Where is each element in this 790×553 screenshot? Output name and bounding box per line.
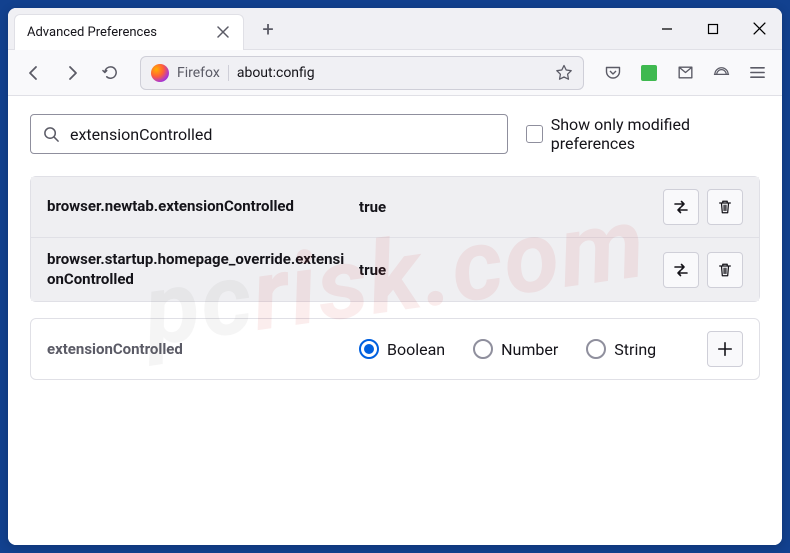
checkbox-icon: [526, 125, 543, 143]
pref-row[interactable]: browser.newtab.extensionControlled true: [31, 177, 759, 238]
search-icon: [43, 126, 60, 143]
radio-boolean[interactable]: Boolean: [359, 339, 445, 359]
nav-toolbar: Firefox about:config: [8, 50, 782, 96]
toggle-icon: [672, 198, 690, 216]
url-bar[interactable]: Firefox about:config: [140, 56, 584, 90]
delete-button[interactable]: [707, 189, 743, 225]
pref-value: true: [359, 261, 651, 279]
new-pref-name: extensionControlled: [47, 340, 347, 358]
radio-label: Number: [501, 340, 558, 359]
search-box[interactable]: [30, 114, 508, 154]
delete-button[interactable]: [707, 252, 743, 288]
bookmark-star-icon[interactable]: [555, 64, 573, 82]
pref-value: true: [359, 198, 651, 216]
config-content: Show only modified preferences browser.n…: [8, 96, 782, 545]
protections-icon[interactable]: [706, 58, 736, 88]
radio-label: Boolean: [387, 340, 445, 359]
add-preference-section: extensionControlled Boolean Number Strin…: [30, 318, 760, 380]
new-tab-button[interactable]: +: [252, 13, 284, 45]
account-icon[interactable]: [670, 58, 700, 88]
toggle-button[interactable]: [663, 189, 699, 225]
radio-icon: [359, 339, 379, 359]
show-modified-checkbox[interactable]: Show only modified preferences: [526, 115, 760, 153]
reload-button[interactable]: [94, 57, 126, 89]
preferences-list: browser.newtab.extensionControlled true …: [30, 176, 760, 302]
forward-button[interactable]: [56, 57, 88, 89]
radio-string[interactable]: String: [586, 339, 656, 359]
trash-icon: [717, 262, 733, 278]
maximize-button[interactable]: [690, 8, 736, 49]
radio-icon: [586, 339, 606, 359]
trash-icon: [717, 199, 733, 215]
plus-icon: [717, 341, 733, 357]
back-button[interactable]: [18, 57, 50, 89]
minimize-button[interactable]: [644, 8, 690, 49]
close-window-button[interactable]: [736, 8, 782, 49]
radio-label: String: [614, 340, 656, 359]
browser-tab[interactable]: Advanced Preferences: [14, 14, 244, 50]
tab-title: Advanced Preferences: [27, 25, 157, 40]
radio-icon: [473, 339, 493, 359]
checkbox-label-text: Show only modified preferences: [551, 115, 760, 153]
pref-name: browser.newtab.extensionControlled: [47, 197, 347, 217]
close-tab-button[interactable]: [215, 24, 231, 40]
app-menu-button[interactable]: [742, 58, 772, 88]
titlebar: Advanced Preferences +: [8, 8, 782, 50]
toggle-button[interactable]: [663, 252, 699, 288]
type-radio-group: Boolean Number String: [359, 339, 695, 359]
pref-row[interactable]: browser.startup.homepage_override.extens…: [31, 238, 759, 301]
search-input[interactable]: [70, 125, 495, 144]
toggle-icon: [672, 261, 690, 279]
add-button[interactable]: [707, 331, 743, 367]
identity-label: Firefox: [177, 65, 229, 81]
firefox-logo-icon: [151, 64, 169, 82]
pref-name: browser.startup.homepage_override.extens…: [47, 250, 347, 289]
radio-number[interactable]: Number: [473, 339, 558, 359]
pocket-icon[interactable]: [598, 58, 628, 88]
extension-icon[interactable]: [634, 58, 664, 88]
url-text: about:config: [237, 65, 547, 81]
